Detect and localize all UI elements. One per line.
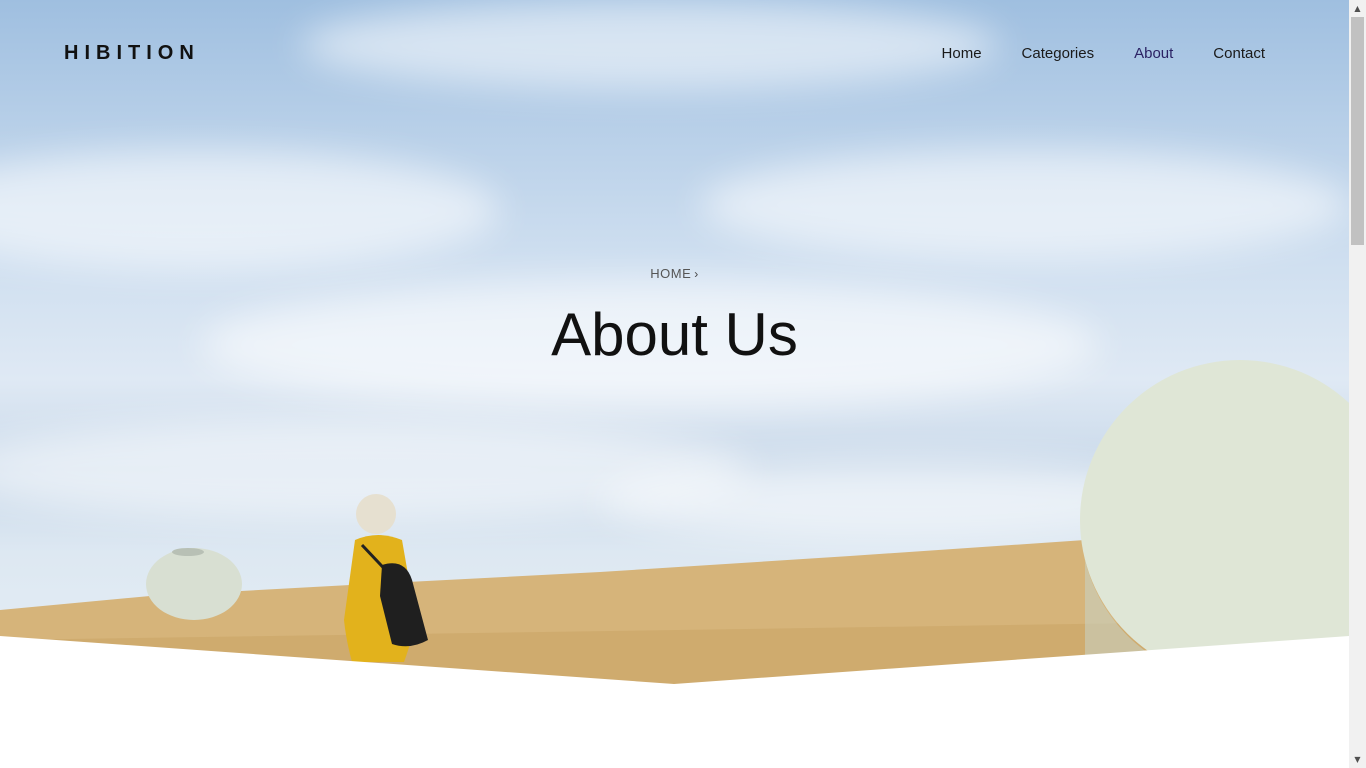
woman-figure [344,494,428,662]
vertical-scrollbar[interactable]: ▲ ▼ [1349,0,1366,768]
small-sphere [146,548,242,620]
scroll-thumb[interactable] [1351,17,1364,245]
breadcrumb-home[interactable]: HOME [650,266,691,281]
chevron-right-icon: › [694,267,699,281]
nav-item-about[interactable]: About [1134,45,1173,62]
breadcrumb: HOME › [0,266,1349,281]
nav-item-home[interactable]: Home [942,45,982,62]
page: HIBITION Home Categories About Contact H… [0,0,1349,768]
small-sphere-top [172,548,204,556]
brand-logo[interactable]: HIBITION [64,42,200,65]
scroll-down-arrow-icon[interactable]: ▼ [1349,751,1366,768]
page-title: About Us [551,301,798,368]
scroll-up-arrow-icon[interactable]: ▲ [1349,0,1366,17]
main-nav: Home Categories About Contact [942,45,1265,62]
nav-item-categories[interactable]: Categories [1022,45,1095,62]
nav-item-contact[interactable]: Contact [1213,45,1265,62]
